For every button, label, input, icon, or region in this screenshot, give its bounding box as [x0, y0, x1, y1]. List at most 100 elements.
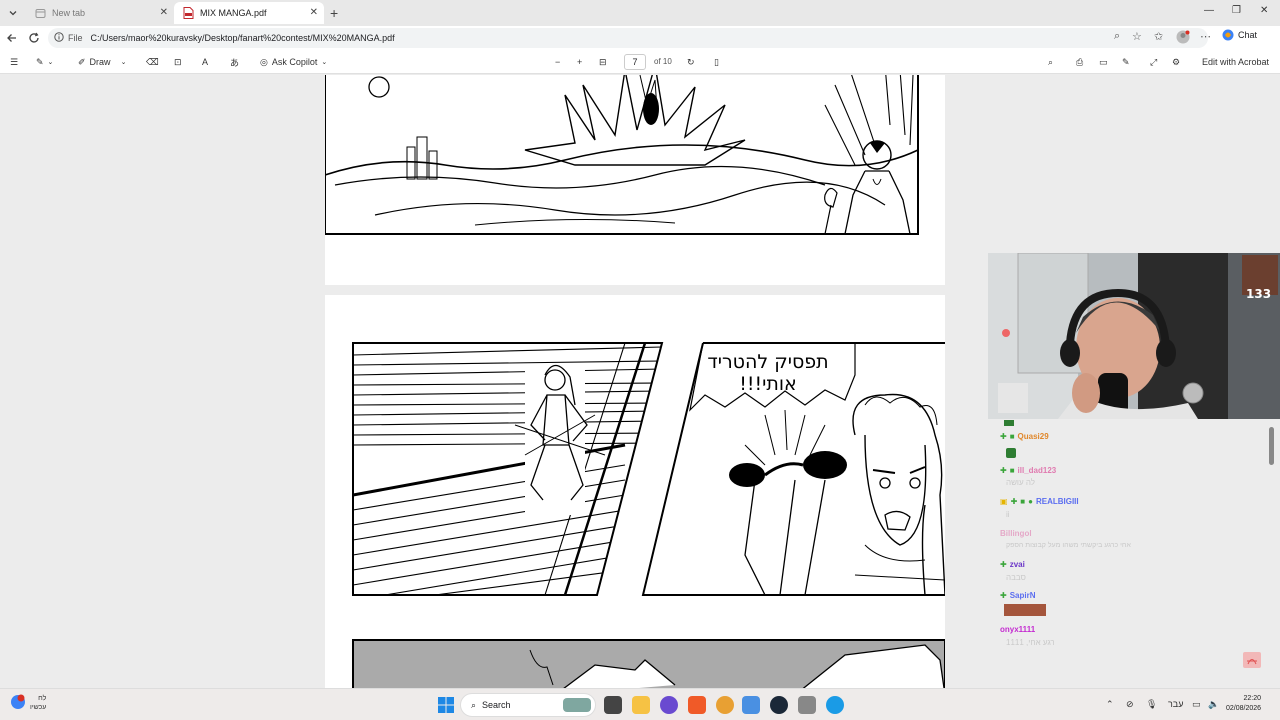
- clock[interactable]: 22:20 02/08/2026: [1226, 694, 1261, 714]
- speech-bubble: תפסיק להטריד אותי!!!: [703, 351, 833, 395]
- favorites-icon[interactable]: ✩: [1154, 30, 1163, 43]
- close-tab-icon[interactable]: ✕: [310, 7, 318, 18]
- fullscreen-icon[interactable]: ⤢: [1150, 55, 1157, 69]
- read-aloud-icon[interactable]: A: [202, 55, 208, 69]
- tab-mix-manga[interactable]: MIX MANGA.pdf ✕: [174, 2, 324, 24]
- chat-username: Quasi29: [1017, 432, 1049, 441]
- refresh-icon[interactable]: [26, 30, 42, 46]
- chat-message: onyx1111: [1000, 625, 1035, 634]
- obs-icon[interactable]: [798, 696, 816, 714]
- fit-page-icon[interactable]: ⊟: [599, 55, 607, 69]
- speech-line-1: תפסיק להטריד: [707, 351, 829, 373]
- save-icon[interactable]: ▭: [1099, 55, 1108, 69]
- badge-icon: ■: [1020, 497, 1026, 506]
- tab-list-button[interactable]: [4, 4, 22, 22]
- tab-new-tab[interactable]: New tab ✕: [26, 2, 174, 24]
- info-icon[interactable]: [54, 32, 64, 44]
- stream-chat: ✚ ■ Quasi29 ✚ ■ ill_dad123 לה עושה ▣ ✚ ■…: [1000, 420, 1270, 660]
- minimize-icon[interactable]: —: [1204, 5, 1214, 16]
- chat-emote: [1004, 420, 1014, 426]
- pdf-page-6: [324, 75, 945, 285]
- close-tab-icon[interactable]: ✕: [160, 7, 168, 18]
- speech-line-2: אותי!!!: [739, 373, 797, 395]
- chat-username: onyx1111: [1000, 625, 1036, 634]
- highlight-button[interactable]: ✎ ⌄: [36, 55, 53, 69]
- back-arrow-icon[interactable]: [4, 30, 20, 46]
- chevron-down-icon: ⌄: [120, 59, 127, 66]
- badge-icon: ✚: [1000, 466, 1007, 475]
- steam-icon[interactable]: [770, 696, 788, 714]
- badge-icon: ■: [1009, 466, 1015, 475]
- volume-icon[interactable]: 🔈: [1208, 699, 1219, 710]
- clock-date: 02/08/2026: [1226, 705, 1262, 712]
- save-as-icon[interactable]: ✎: [1122, 55, 1130, 69]
- contents-icon[interactable]: ☰: [10, 55, 18, 69]
- protocol-label: File: [68, 33, 83, 43]
- page-number-input[interactable]: 7: [624, 54, 646, 70]
- weather-widget[interactable]: לח עכשיו: [10, 694, 46, 712]
- language-indicator[interactable]: עבר: [1168, 699, 1183, 709]
- draw-button[interactable]: ✐ Draw ⌄: [78, 55, 126, 69]
- network-icon[interactable]: ⊘: [1126, 699, 1134, 710]
- zoom-icon[interactable]: ⌕: [1114, 30, 1120, 43]
- chat-text: רגע אחי, 1111: [1006, 638, 1055, 647]
- favorite-star-icon[interactable]: ☆: [1132, 30, 1142, 43]
- edit-with-acrobat-button[interactable]: Edit with Acrobat: [1202, 55, 1269, 69]
- acrobat-pdf-icon[interactable]: [1243, 652, 1261, 668]
- webcam-badge: 133: [1246, 287, 1272, 301]
- chat-text: לה עושה: [1006, 478, 1036, 487]
- rotate-icon[interactable]: ↻: [687, 55, 695, 69]
- zoom-out-icon[interactable]: −: [555, 55, 560, 69]
- tab-title: New tab: [52, 8, 86, 18]
- translate-icon[interactable]: あ: [230, 55, 239, 69]
- omnibox[interactable]: File C:/Users/maor%20kuravsky/Desktop/fa…: [48, 28, 1208, 48]
- pdf-toolbar: ☰ ✎ ⌄ ✐ Draw ⌄ ⌫ ⊡ A あ ◎ Ask Copilot ⌄ − …: [0, 50, 1280, 74]
- search-icon[interactable]: ⌕: [1048, 55, 1053, 69]
- chevron-down-icon: ⌄: [321, 59, 328, 66]
- badge-icon: ■: [1009, 432, 1015, 441]
- badge-icon: ▣: [1000, 497, 1008, 506]
- gear-icon[interactable]: ⚙: [1172, 55, 1180, 69]
- edge-browser-icon[interactable]: [826, 696, 844, 714]
- file-explorer-icon[interactable]: [632, 696, 650, 714]
- tab-title: MIX MANGA.pdf: [200, 8, 267, 18]
- chrome-icon[interactable]: [716, 696, 734, 714]
- new-tab-button[interactable]: +: [330, 5, 338, 21]
- task-view-icon[interactable]: [604, 696, 622, 714]
- text-box-icon[interactable]: ⊡: [174, 55, 182, 69]
- manga-panel-left: [352, 342, 945, 688]
- display-icon[interactable]: ▭: [1192, 699, 1201, 710]
- restore-icon[interactable]: ❐: [1232, 5, 1241, 16]
- show-hidden-icons[interactable]: ⌃: [1106, 699, 1114, 710]
- chat-message: ✚ SapirN: [1000, 591, 1036, 600]
- clock-time: 22:20: [1243, 695, 1262, 702]
- close-window-icon[interactable]: ✕: [1260, 5, 1268, 16]
- search-icon: ⌕: [471, 699, 477, 710]
- taskbar-search[interactable]: ⌕ Search: [460, 693, 596, 717]
- zoom-in-icon[interactable]: +: [577, 55, 582, 69]
- ask-copilot-button[interactable]: ◎ Ask Copilot ⌄: [260, 55, 327, 69]
- chat-message: ✚ zvai: [1000, 560, 1025, 569]
- discord-icon[interactable]: [660, 696, 678, 714]
- webcam-overlay: 133: [988, 253, 1280, 419]
- microphone-icon[interactable]: 🎙: [1146, 699, 1157, 710]
- chat-username: Billingol: [1000, 529, 1032, 538]
- chat-message: Billingol: [1000, 529, 1032, 538]
- app-icon[interactable]: [742, 696, 760, 714]
- brave-browser-icon[interactable]: [688, 696, 706, 714]
- url-text[interactable]: C:/Users/maor%20kuravsky/Desktop/fanart%…: [91, 33, 395, 43]
- copilot-icon: [1222, 29, 1234, 41]
- windows-start-icon[interactable]: [437, 696, 455, 714]
- eraser-icon[interactable]: ⌫: [146, 55, 159, 69]
- page-total-label: of 10: [654, 57, 672, 66]
- address-bar: File C:/Users/maor%20kuravsky/Desktop/fa…: [0, 26, 1280, 50]
- copilot-chat-button[interactable]: Chat: [1222, 29, 1257, 41]
- page-view-icon[interactable]: ▯: [714, 55, 719, 69]
- profile-avatar[interactable]: [1176, 30, 1190, 47]
- more-menu-icon[interactable]: ⋯: [1200, 30, 1211, 43]
- taskbar: לח עכשיו ⌕ Search ⌃ ⊘ 🎙 עבר ▭ 🔈 22:20 02…: [0, 688, 1280, 720]
- chat-username: REALBIGIII: [1035, 497, 1079, 506]
- chevron-down-icon: ⌄: [47, 59, 54, 66]
- print-icon[interactable]: ⎙: [1076, 55, 1083, 69]
- chat-label: Chat: [1238, 30, 1258, 40]
